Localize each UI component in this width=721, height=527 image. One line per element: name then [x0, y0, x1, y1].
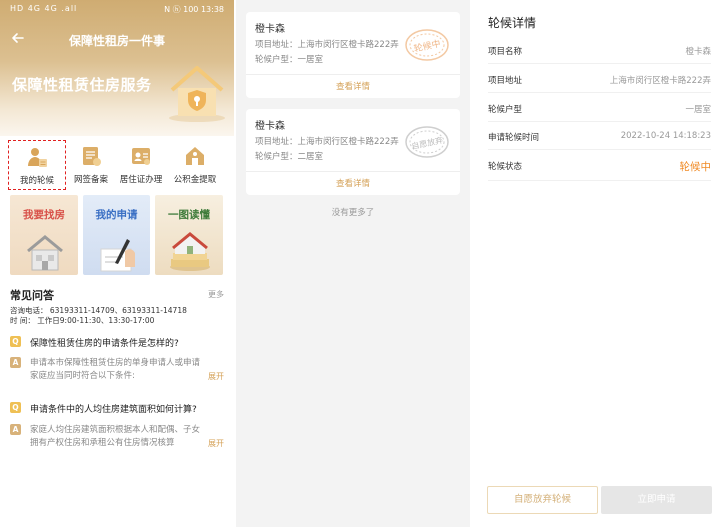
person-doc-icon [28, 148, 47, 167]
unit-value: 二居室 [297, 152, 324, 162]
faq-answer: A 家庭人均住房建筑面积根据本人和配偶、子女拥有产权住房和承租公有住房情况核算 … [10, 424, 224, 452]
project-name: 橙卡森 [255, 24, 285, 35]
menu-housing-fund[interactable]: 公积金提取 [166, 140, 224, 190]
nav-bar: 保障性租房一件事 [0, 26, 234, 52]
id-card-icon [132, 148, 150, 165]
row-divider [488, 149, 711, 150]
detail-key: 项目地址 [488, 76, 523, 86]
address-label: 项目地址： [255, 137, 298, 147]
queue-card[interactable]: 橙卡森 项目地址：上海市闵行区橙卡路222弄 轮候户型：二居室 自愿放弃 查看详… [246, 109, 460, 195]
detail-title: 轮候详情 [488, 16, 537, 30]
q-badge-icon: Q [10, 402, 21, 413]
status-stamp-icon: 轮候中 [405, 29, 449, 61]
feature-label: 我要找房 [23, 209, 65, 221]
service-menu: 我的轮候 网签备案 居住证办理 公积金提取 [0, 140, 234, 192]
contact-hours: 时 间： 工作日9:00-11:30、13:30-17:00 [10, 316, 155, 325]
menu-residence-permit[interactable]: 居住证办理 [112, 140, 170, 190]
faq-answer-text: 家庭人均住房建筑面积根据本人和配偶、子女拥有产权住房和承租公有住房情况核算 [30, 425, 201, 448]
faq-question[interactable]: Q 保障性租赁住房的申请条件是怎样的? [10, 336, 224, 350]
detail-value: 2022-10-24 14:18:23 [620, 131, 711, 141]
feature-label: 我的申请 [95, 209, 138, 221]
row-divider [488, 180, 711, 181]
a-badge-icon: A [10, 357, 21, 368]
q-badge-icon: Q [10, 336, 21, 347]
faq-answer-text: 申请本市保障性租赁住房的单身申请人或申请家庭应当同时符合以下条件: [30, 358, 201, 381]
menu-label: 公积金提取 [173, 175, 217, 185]
house-fund-icon [186, 147, 204, 165]
contact-info: 咨询电话： 63193311-14709、63193311-14718 时 间：… [10, 306, 187, 326]
stamp-text: 自愿放弃 [411, 135, 444, 151]
address-value: 上海市闵行区橙卡路222弄 [297, 137, 399, 147]
row-divider [488, 121, 711, 122]
contact-phone: 咨询电话： 63193311-14709、63193311-14718 [10, 306, 187, 315]
view-detail-link[interactable]: 查看详情 [246, 177, 460, 189]
status-bar: HD 4G 4G .all N ⓗ 100 13:38 [0, 0, 234, 18]
unit-label: 轮候户型： [255, 55, 298, 65]
project-address: 项目地址：上海市闵行区橙卡路222弄 [255, 135, 399, 147]
status-right: N ⓗ 100 13:38 [164, 5, 224, 14]
card-divider [246, 74, 460, 75]
menu-label: 我的轮候 [19, 176, 54, 186]
detail-value: 上海市闵行区橙卡路222弄 [609, 76, 711, 86]
status-left: HD 4G 4G .all [10, 4, 78, 13]
menu-label: 居住证办理 [119, 175, 163, 185]
faq-question[interactable]: Q 申请条件中的人均住房建筑面积如何计算? [10, 402, 224, 416]
faq-title: 常见问答 [10, 289, 54, 302]
detail-value: 一居室 [685, 105, 711, 115]
unit-type: 轮候户型：二居室 [255, 150, 323, 162]
address-value: 上海市闵行区橙卡路222弄 [297, 40, 399, 50]
feature-label: 一图读懂 [168, 209, 210, 221]
pen-sign-icon [100, 239, 135, 272]
faq-question-text: 保障性租赁住房的申请条件是怎样的? [30, 339, 179, 349]
queue-detail-screen: 轮候详情 项目名称 橙卡森 项目地址 上海市闵行区橙卡路222弄 轮候户型 一居… [478, 0, 721, 527]
no-more-text: 没有更多了 [331, 208, 375, 218]
faq-question-text: 申请条件中的人均住房建筑面积如何计算? [30, 405, 197, 415]
house-model-icon [27, 235, 63, 271]
detail-key: 轮候户型 [488, 105, 523, 115]
detail-key: 项目名称 [488, 47, 523, 57]
status-value: 轮候中 [679, 161, 712, 173]
menu-my-queue[interactable]: 我的轮候 [8, 140, 66, 190]
expand-link[interactable]: 展开 [208, 371, 224, 382]
row-divider [488, 63, 711, 64]
address-label: 项目地址： [255, 40, 298, 50]
stamp-text: 轮候中 [413, 37, 442, 54]
house-shield-icon [169, 66, 225, 122]
detail-key: 轮候状态 [488, 162, 523, 172]
banner-title: 保障性租赁住房服务 [12, 76, 152, 94]
abandon-queue-button[interactable]: 自愿放弃轮候 [487, 486, 598, 514]
faq-more-link[interactable]: 更多 [208, 289, 224, 300]
a-badge-icon: A [10, 424, 21, 435]
apply-now-button[interactable]: 立即申请 [601, 486, 712, 514]
row-divider [488, 92, 711, 93]
view-detail-link[interactable]: 查看详情 [246, 80, 460, 92]
queue-list-screen: 橙卡森 项目地址：上海市闵行区橙卡路222弄 轮候户型：一居室 轮候中 查看详情… [236, 0, 470, 527]
queue-card[interactable]: 橙卡森 项目地址：上海市闵行区橙卡路222弄 轮候户型：一居室 轮候中 查看详情 [246, 12, 460, 98]
feature-my-application[interactable]: 我的申请 [83, 195, 150, 275]
unit-label: 轮候户型： [255, 152, 298, 162]
status-stamp-icon: 自愿放弃 [405, 126, 449, 158]
home-screen: HD 4G 4G .all N ⓗ 100 13:38 保障性租房一件事 保障性… [0, 0, 234, 527]
unit-type: 轮候户型：一居室 [255, 53, 323, 65]
feature-guide[interactable]: 一图读懂 [155, 195, 223, 275]
project-address: 项目地址：上海市闵行区橙卡路222弄 [255, 38, 399, 50]
house-coins-icon [170, 232, 210, 271]
feature-find-house[interactable]: 我要找房 [10, 195, 78, 275]
detail-value: 橙卡森 [685, 47, 711, 57]
detail-key: 申请轮候时间 [488, 133, 540, 143]
page-title: 保障性租房一件事 [68, 34, 165, 48]
project-name: 橙卡森 [255, 121, 285, 132]
faq-answer: A 申请本市保障性租赁住房的单身申请人或申请家庭应当同时符合以下条件: 展开 [10, 357, 224, 385]
card-divider [246, 171, 460, 172]
contract-icon [83, 147, 101, 166]
expand-link[interactable]: 展开 [208, 438, 224, 449]
header-banner: HD 4G 4G .all N ⓗ 100 13:38 保障性租房一件事 保障性… [0, 0, 234, 136]
unit-value: 一居室 [297, 55, 324, 65]
